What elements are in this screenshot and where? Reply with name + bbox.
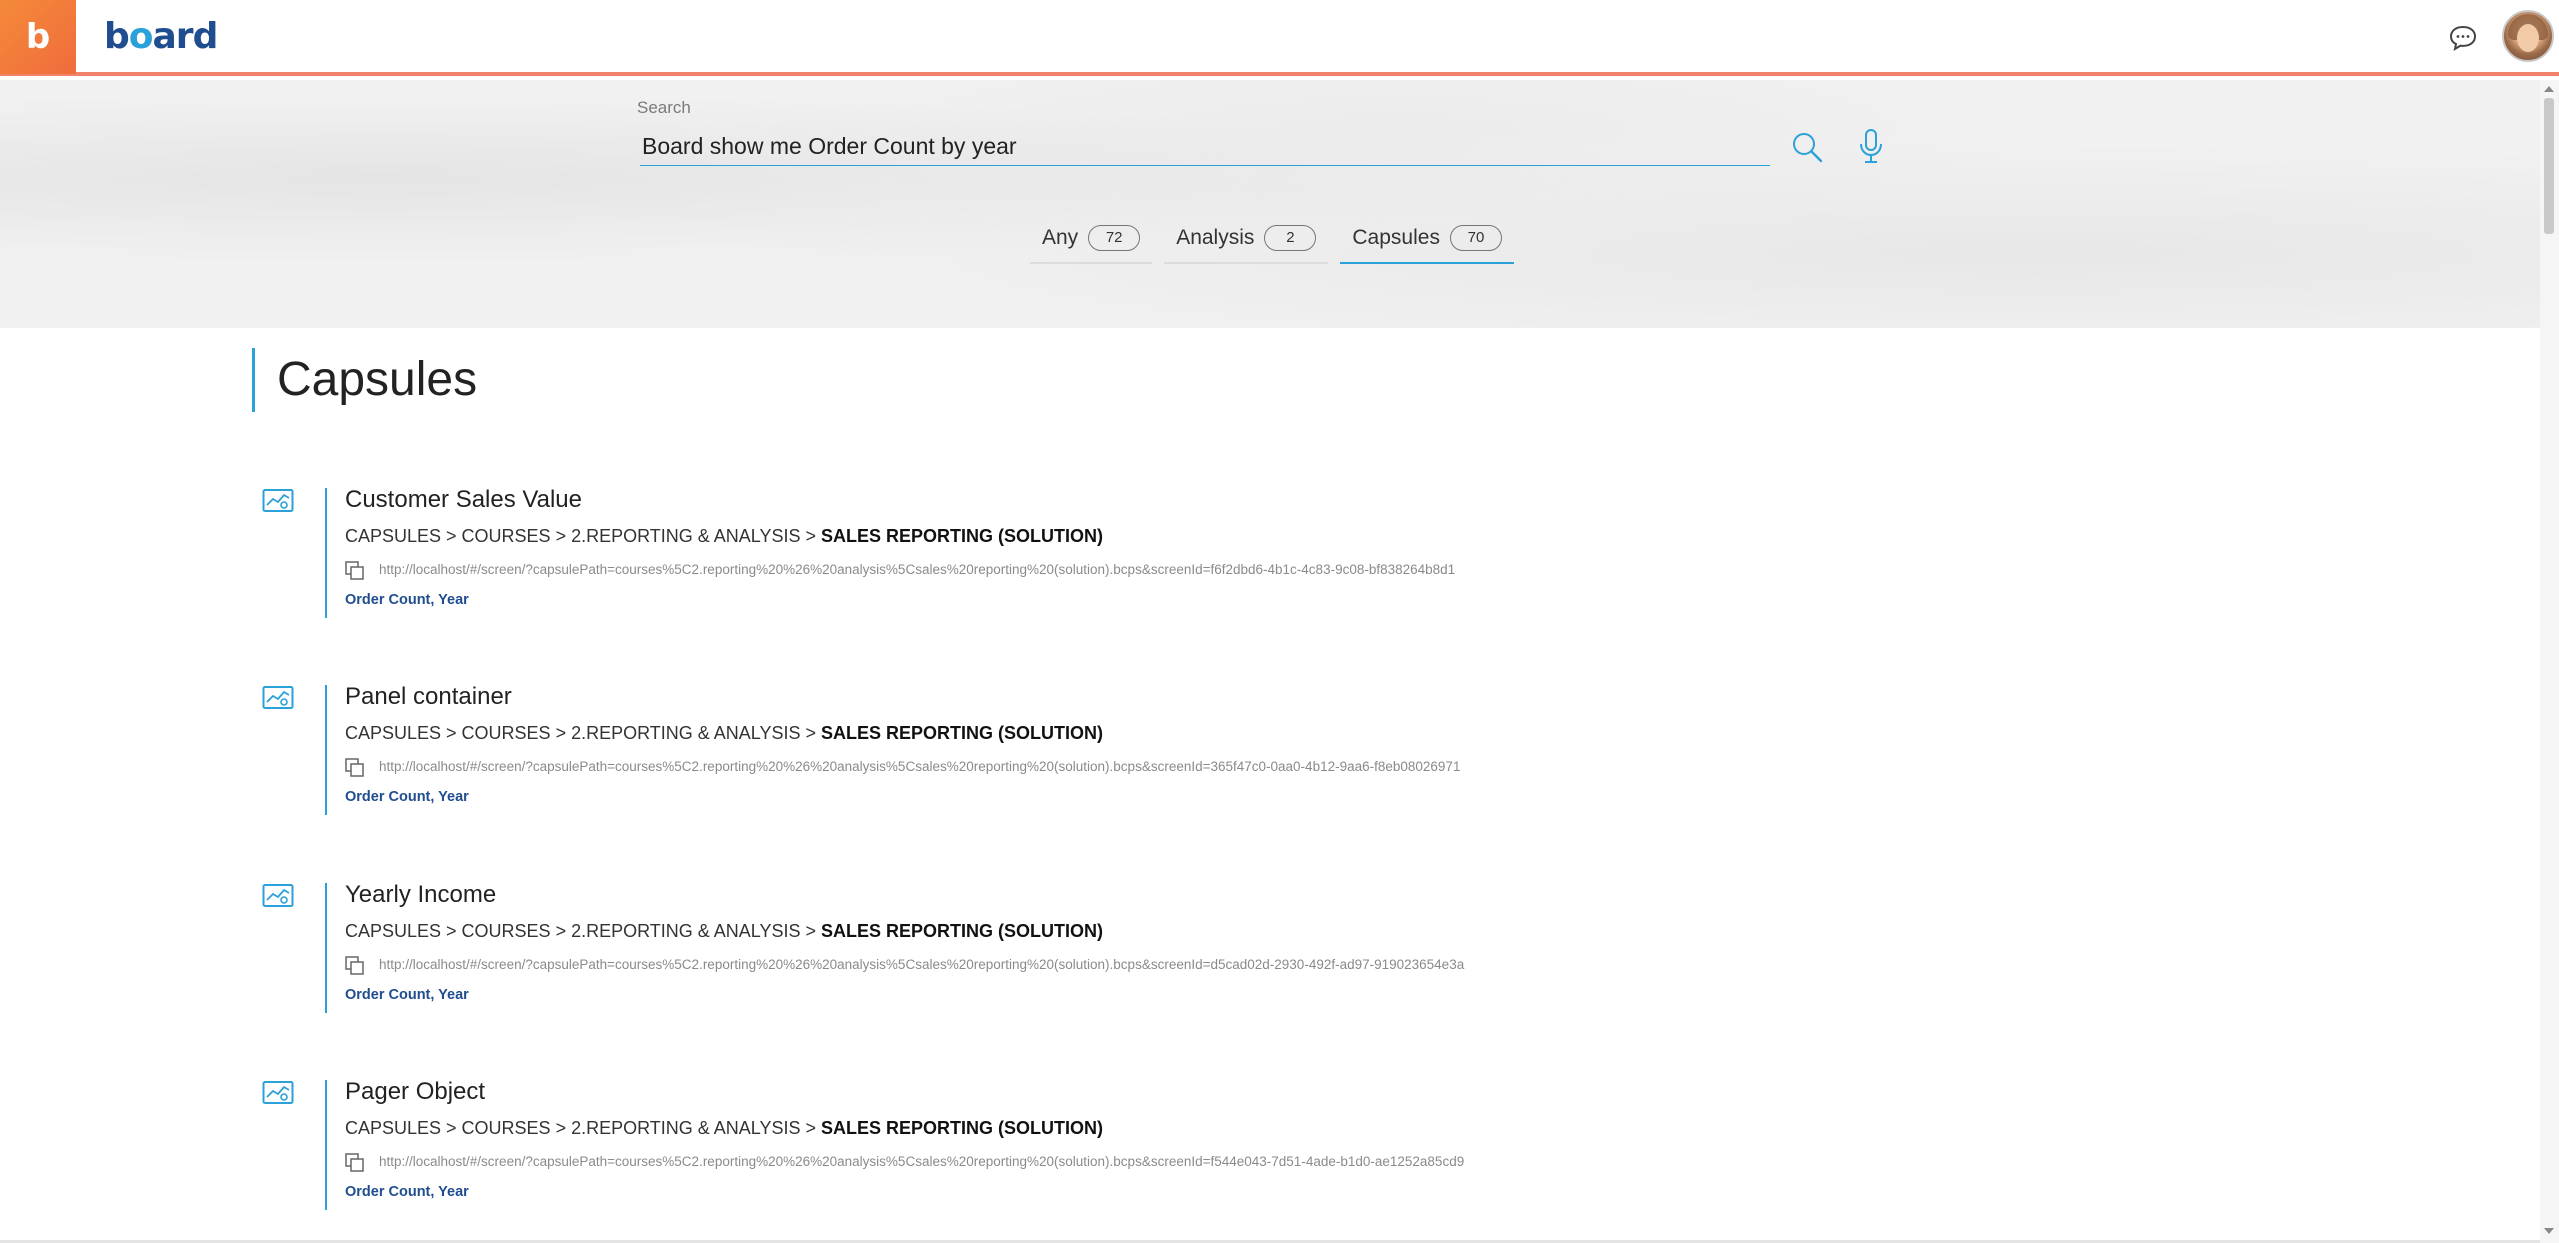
result-breadcrumb: CAPSULES > COURSES > 2.REPORTING & ANALY…: [345, 723, 1104, 743]
tab-any[interactable]: Any 72: [1030, 214, 1153, 264]
screen-chart-icon: [262, 489, 294, 512]
result-type-tabs: Any 72 Analysis 2 Capsules 70: [1030, 214, 1514, 264]
result-item[interactable]: Yearly Income CAPSULES > COURSES > 2.REP…: [262, 881, 2062, 1013]
search-label: Search: [637, 98, 691, 117]
vertical-scrollbar[interactable]: [2540, 80, 2559, 1243]
result-tags: Order Count, Year: [345, 1184, 469, 1200]
copy-icon[interactable]: [345, 1153, 365, 1173]
screen-chart-icon: [262, 1081, 294, 1104]
copy-icon[interactable]: [345, 561, 365, 581]
logo-letter: b: [25, 17, 51, 57]
tab-analysis[interactable]: Analysis 2: [1164, 214, 1329, 264]
tab-capsules[interactable]: Capsules 70: [1340, 214, 1514, 264]
scroll-down-arrow-icon[interactable]: [2543, 1226, 2555, 1236]
copy-icon[interactable]: [345, 956, 365, 976]
tab-count-badge: 2: [1264, 225, 1317, 251]
result-item[interactable]: Pager Object CAPSULES > COURSES > 2.REPO…: [262, 1078, 2062, 1210]
result-breadcrumb: CAPSULES > COURSES > 2.REPORTING & ANALY…: [345, 526, 1104, 546]
result-body: [325, 1080, 1825, 1210]
microphone-icon[interactable]: [1858, 128, 1884, 164]
result-item[interactable]: Customer Sales Value CAPSULES > COURSES …: [262, 486, 2062, 618]
tab-label: Analysis: [1176, 226, 1255, 249]
result-url[interactable]: http://localhost/#/screen/?capsulePath=c…: [379, 759, 1460, 774]
scroll-up-arrow-icon[interactable]: [2543, 84, 2555, 94]
result-title[interactable]: Customer Sales Value: [345, 486, 582, 514]
search-icon[interactable]: [1790, 130, 1824, 164]
result-tags: Order Count, Year: [345, 987, 469, 1003]
screen-chart-icon: [262, 884, 294, 907]
search-input[interactable]: [640, 128, 1770, 166]
avatar-face: [2517, 24, 2539, 52]
scrollbar-thumb[interactable]: [2544, 98, 2554, 234]
search-area: Search Any 72 Analysis 2 Capsules 70: [0, 80, 2540, 328]
result-body: [325, 883, 1825, 1013]
copy-icon[interactable]: [345, 758, 365, 778]
result-item[interactable]: Panel container CAPSULES > COURSES > 2.R…: [262, 683, 2062, 815]
result-tags: Order Count, Year: [345, 592, 469, 608]
chat-bubble-icon[interactable]: [2448, 24, 2478, 52]
result-body: [325, 685, 1825, 815]
board-logo-mark[interactable]: b: [0, 0, 76, 74]
tab-count-badge: 72: [1088, 225, 1141, 251]
result-title[interactable]: Yearly Income: [345, 881, 496, 909]
results-content: Capsules Customer Sales Value CAPSULES >…: [0, 328, 2540, 1243]
user-avatar[interactable]: [2502, 10, 2554, 62]
result-title[interactable]: Pager Object: [345, 1078, 485, 1106]
top-bar: b board: [0, 0, 2559, 76]
tab-label: Any: [1042, 226, 1079, 249]
section-title: Capsules: [252, 348, 477, 412]
screen-chart-icon: [262, 686, 294, 709]
result-url[interactable]: http://localhost/#/screen/?capsulePath=c…: [379, 562, 1455, 577]
result-breadcrumb: CAPSULES > COURSES > 2.REPORTING & ANALY…: [345, 1118, 1104, 1138]
result-breadcrumb: CAPSULES > COURSES > 2.REPORTING & ANALY…: [345, 921, 1104, 941]
result-url[interactable]: http://localhost/#/screen/?capsulePath=c…: [379, 1154, 1464, 1169]
result-tags: Order Count, Year: [345, 789, 469, 805]
board-logo-wordmark[interactable]: board: [104, 14, 218, 60]
tab-label: Capsules: [1352, 226, 1440, 249]
tab-count-badge: 70: [1449, 225, 1502, 251]
result-title[interactable]: Panel container: [345, 683, 512, 711]
result-url[interactable]: http://localhost/#/screen/?capsulePath=c…: [379, 957, 1464, 972]
